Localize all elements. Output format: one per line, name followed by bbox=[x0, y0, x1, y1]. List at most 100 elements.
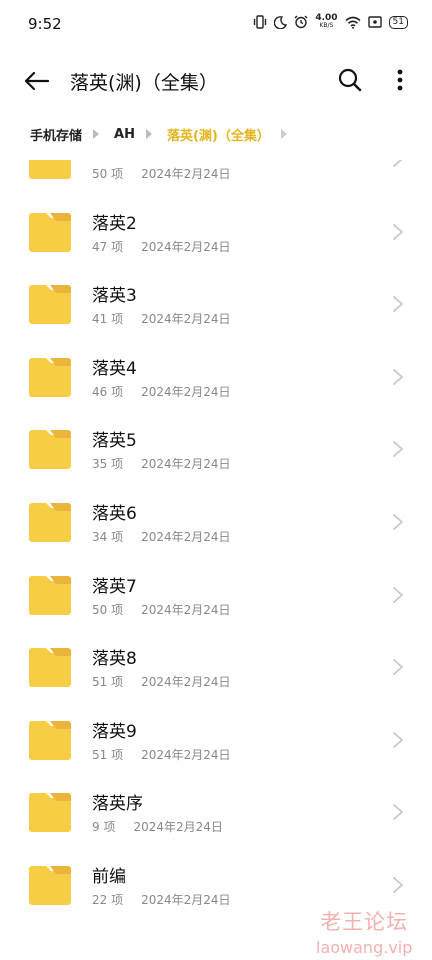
folder-row[interactable]: 落英9 51 项 2024年2月24日 bbox=[0, 705, 432, 777]
folder-date: 2024年2月24日 bbox=[141, 312, 231, 327]
folder-icon bbox=[29, 503, 71, 542]
chevron-right-icon bbox=[393, 586, 403, 603]
folder-date: 2024年2月24日 bbox=[141, 167, 231, 181]
folder-icon bbox=[29, 575, 71, 615]
status-bar: 9:52 4.00 KB/S 51 bbox=[0, 0, 432, 52]
folder-meta: 51 项 2024年2月24日 bbox=[92, 673, 231, 690]
folder-icon bbox=[29, 430, 71, 470]
folder-item-count: 9 项 bbox=[92, 820, 116, 835]
folder-date: 2024年2月24日 bbox=[141, 747, 231, 762]
folder-row[interactable]: 落英7 50 项 2024年2月24日 bbox=[0, 560, 432, 632]
chevron-right-icon bbox=[145, 128, 153, 140]
folder-item-count: 35 项 bbox=[92, 457, 124, 472]
folder-item-count: 46 项 bbox=[92, 384, 124, 399]
folder-name: 落英9 bbox=[92, 721, 137, 742]
folder-icon bbox=[29, 720, 71, 760]
folder-name: 落英4 bbox=[92, 358, 137, 379]
folder-name: 落英2 bbox=[92, 213, 137, 234]
watermark-cn: 老王论坛 bbox=[320, 910, 409, 934]
folder-row[interactable]: 落英8 51 项 2024年2月24日 bbox=[0, 632, 432, 704]
folder-row[interactable]: 落英6 34 项 2024年2月24日 bbox=[0, 487, 432, 559]
folder-name: 落英5 bbox=[92, 431, 137, 452]
folder-name: 落英7 bbox=[92, 576, 137, 597]
breadcrumb: 手机存储 AH 落英(渊)（全集） bbox=[30, 122, 302, 146]
folder-meta: 22 项 2024年2月24日 bbox=[92, 891, 231, 908]
breadcrumb-item-current[interactable]: 落英(渊)（全集） bbox=[167, 125, 270, 144]
breadcrumb-item-storage[interactable]: 手机存储 bbox=[30, 125, 82, 144]
folder-icon bbox=[29, 648, 71, 688]
page-title: 落英(渊)（全集） bbox=[70, 72, 218, 94]
cast-icon bbox=[367, 16, 382, 28]
folder-row[interactable]: 落英序 9 项 2024年2月24日 bbox=[0, 777, 432, 849]
chevron-right-icon bbox=[393, 223, 403, 240]
chevron-right-icon bbox=[393, 514, 403, 530]
chevron-right-icon bbox=[393, 441, 403, 458]
network-speed-value: 4.00 bbox=[315, 13, 338, 23]
folder-date: 2024年2月24日 bbox=[141, 384, 231, 399]
folder-date: 2024年2月24日 bbox=[141, 239, 231, 254]
folder-meta: 46 项 2024年2月24日 bbox=[92, 383, 231, 400]
watermark: 老王论坛 laowang.vip bbox=[316, 906, 412, 957]
more-vertical-icon[interactable] bbox=[388, 66, 412, 94]
folder-date: 2024年2月24日 bbox=[133, 820, 223, 835]
folder-name: 落英3 bbox=[92, 286, 137, 307]
folder-date: 2024年2月24日 bbox=[141, 457, 231, 472]
network-speed-unit: KB/S bbox=[319, 22, 334, 29]
folder-item-count: 51 项 bbox=[92, 747, 124, 762]
folder-row[interactable]: 50 项 2024年2月24日 bbox=[0, 160, 432, 196]
folder-date: 2024年2月24日 bbox=[141, 675, 231, 690]
folder-name: 前编 bbox=[92, 867, 126, 887]
watermark-en: laowang.vip bbox=[316, 938, 413, 957]
folder-meta: 9 项 2024年2月24日 bbox=[92, 818, 223, 835]
battery-indicator: 51 bbox=[388, 15, 408, 29]
folder-name: 落英序 bbox=[92, 794, 143, 815]
folder-date: 2024年2月24日 bbox=[141, 530, 231, 544]
chevron-right-icon bbox=[393, 877, 403, 893]
folder-item-count: 47 项 bbox=[92, 239, 124, 254]
folder-icon bbox=[29, 160, 71, 179]
folder-list: 50 项 2024年2月24日 落英2 47 项 2024年2月24日 落英3 41 项 20… bbox=[0, 160, 432, 960]
chevron-right-icon bbox=[92, 128, 100, 140]
folder-meta: 47 项 2024年2月24日 bbox=[92, 238, 231, 255]
folder-meta: 34 项 2024年2月24日 bbox=[92, 528, 231, 545]
breadcrumb-item-ah[interactable]: AH bbox=[114, 127, 135, 142]
chevron-right-icon bbox=[393, 731, 403, 748]
chevron-right-icon bbox=[393, 804, 403, 821]
moon-icon bbox=[274, 15, 288, 29]
folder-meta: 51 项 2024年2月24日 bbox=[92, 746, 231, 763]
folder-icon bbox=[29, 866, 71, 905]
folder-item-count: 50 项 bbox=[92, 167, 124, 181]
folder-meta: 35 项 2024年2月24日 bbox=[92, 455, 231, 472]
alarm-icon bbox=[294, 15, 308, 29]
network-speed: 4.00 KB/S bbox=[315, 14, 337, 30]
folder-name: 落英8 bbox=[92, 649, 137, 670]
folder-item-count: 51 项 bbox=[92, 675, 124, 690]
status-time: 9:52 bbox=[28, 15, 62, 33]
search-icon[interactable] bbox=[336, 66, 364, 94]
wifi-icon bbox=[345, 16, 361, 29]
back-arrow-icon[interactable] bbox=[22, 66, 52, 96]
folder-name: 落英6 bbox=[92, 504, 137, 524]
folder-icon bbox=[29, 357, 71, 397]
folder-row[interactable]: 落英4 46 项 2024年2月24日 bbox=[0, 342, 432, 414]
folder-date: 2024年2月24日 bbox=[141, 893, 231, 907]
folder-icon bbox=[29, 285, 71, 325]
folder-meta: 41 项 2024年2月24日 bbox=[92, 310, 231, 327]
folder-icon bbox=[29, 212, 71, 252]
folder-meta: 50 项 2024年2月24日 bbox=[92, 601, 231, 618]
folder-row[interactable]: 落英3 41 项 2024年2月24日 bbox=[0, 269, 432, 341]
folder-icon bbox=[29, 793, 71, 833]
chevron-right-icon bbox=[280, 128, 288, 140]
chevron-right-icon bbox=[393, 160, 403, 167]
folder-meta: 50 项 2024年2月24日 bbox=[92, 165, 231, 182]
folder-row[interactable]: 落英2 47 项 2024年2月24日 bbox=[0, 197, 432, 269]
vibrate-icon bbox=[254, 15, 267, 29]
folder-item-count: 41 项 bbox=[92, 312, 124, 327]
folder-date: 2024年2月24日 bbox=[141, 602, 231, 617]
chevron-right-icon bbox=[393, 296, 403, 313]
chevron-right-icon bbox=[393, 659, 403, 676]
folder-item-count: 50 项 bbox=[92, 602, 124, 617]
folder-item-count: 22 项 bbox=[92, 893, 124, 907]
folder-row[interactable]: 落英5 35 项 2024年2月24日 bbox=[0, 414, 432, 486]
chevron-right-icon bbox=[393, 368, 403, 385]
